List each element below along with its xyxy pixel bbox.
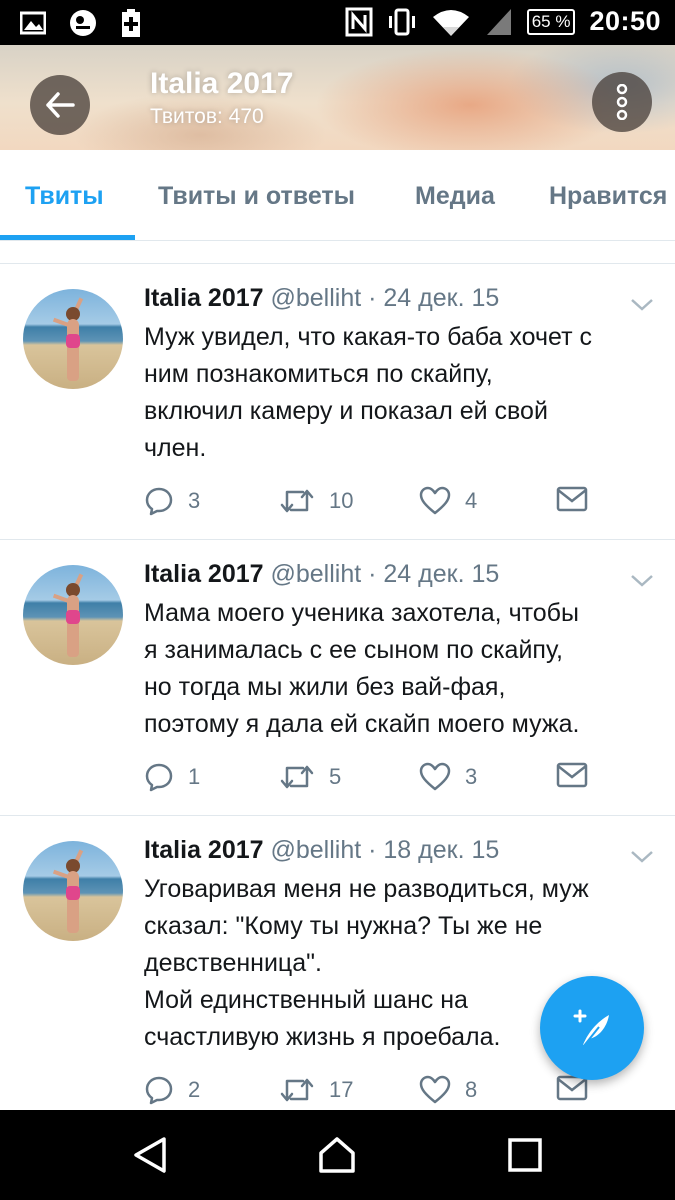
retweet-button[interactable]: 10 (279, 486, 353, 516)
tab-likes[interactable]: Нравится (549, 150, 667, 240)
author-handle-date: @belliht · 24 дек. 15 (270, 284, 500, 312)
avatar[interactable] (23, 841, 123, 941)
heart-icon (419, 486, 451, 515)
tab-tweets[interactable]: Твиты (25, 150, 104, 240)
reply-button[interactable]: 1 (144, 762, 200, 792)
active-tab-indicator (0, 235, 135, 240)
author-name[interactable]: Italia 2017 (144, 836, 264, 864)
clock: 20:50 (589, 6, 661, 36)
heart-icon (419, 1075, 451, 1104)
retweet-button[interactable]: 5 (279, 762, 341, 792)
retweet-count: 5 (329, 764, 342, 789)
reply-button[interactable]: 2 (144, 1075, 200, 1105)
more-vertical-icon (616, 84, 628, 120)
wifi-icon (432, 9, 469, 36)
retweet-count: 10 (329, 488, 354, 513)
tab-media[interactable]: Медиа (415, 150, 495, 240)
retweet-icon (280, 765, 314, 789)
like-count: 8 (465, 1077, 478, 1102)
author-handle-date: @belliht · 24 дек. 15 (270, 560, 500, 588)
retweet-button[interactable]: 17 (279, 1075, 353, 1105)
chevron-down-icon[interactable] (630, 850, 654, 864)
timeline-separator (0, 241, 675, 264)
envelope-icon (556, 486, 588, 512)
nav-back-icon[interactable] (130, 1135, 170, 1175)
status-bar: 65 % 20:50 (0, 0, 675, 45)
system-navigation-bar (0, 1110, 675, 1200)
tab-tweets-and-replies[interactable]: Твиты и ответы (158, 150, 355, 240)
profile-tabs: Твиты Твиты и ответы Медиа Нравится (0, 150, 675, 241)
reply-icon (145, 487, 173, 516)
reply-count: 1 (188, 764, 201, 789)
like-count: 4 (465, 488, 478, 513)
avatar[interactable] (23, 289, 123, 389)
vibrate-icon (388, 8, 415, 35)
app-notification-icon (70, 10, 96, 36)
envelope-icon (556, 762, 588, 788)
author-name[interactable]: Italia 2017 (144, 284, 264, 312)
back-button[interactable] (30, 75, 90, 135)
profile-header: Italia 2017 Твитов: 470 (0, 45, 675, 150)
reply-count: 2 (188, 1077, 201, 1102)
direct-message-button[interactable] (556, 762, 588, 788)
tweet-card[interactable]: Italia 2017 @belliht · 24 дек. 15 Муж ув… (0, 264, 675, 540)
profile-title: Italia 2017 (150, 67, 294, 100)
author-name[interactable]: Italia 2017 (144, 560, 264, 588)
reply-count: 3 (188, 488, 201, 513)
nfc-icon (345, 7, 373, 36)
heart-icon (419, 762, 451, 791)
battery-level: 65 % (526, 8, 576, 35)
retweet-count: 17 (329, 1077, 354, 1102)
nav-home-icon[interactable] (317, 1135, 357, 1175)
retweet-icon (280, 489, 314, 513)
battery-plus-icon (122, 9, 140, 37)
retweet-icon (280, 1078, 314, 1102)
tweet-header: Italia 2017 @belliht · 24 дек. 15 (144, 284, 499, 313)
tweet-text: Муж увидел, что какая-то баба хочет с ни… (144, 323, 592, 462)
reply-button[interactable]: 3 (144, 486, 200, 516)
chevron-down-icon[interactable] (630, 298, 654, 312)
tweet-header: Italia 2017 @belliht · 18 дек. 15 (144, 836, 499, 865)
author-handle-date: @belliht · 18 дек. 15 (270, 836, 500, 864)
tweet-card[interactable]: Italia 2017 @belliht · 24 дек. 15 Мама м… (0, 540, 675, 816)
reply-icon (145, 763, 173, 792)
reply-icon (145, 1076, 173, 1105)
compose-tweet-button[interactable] (540, 976, 644, 1080)
tweet-text: Мама моего ученика захотела, чтобы я зан… (144, 599, 580, 738)
like-count: 3 (465, 764, 478, 789)
like-button[interactable]: 8 (419, 1075, 477, 1105)
direct-message-button[interactable] (556, 486, 588, 512)
tweet-header: Italia 2017 @belliht · 24 дек. 15 (144, 560, 499, 589)
nav-recents-icon[interactable] (505, 1135, 545, 1175)
more-options-button[interactable] (592, 72, 652, 132)
chevron-down-icon[interactable] (630, 574, 654, 588)
gallery-icon (20, 11, 46, 35)
signal-icon (486, 8, 511, 35)
like-button[interactable]: 4 (419, 486, 477, 516)
back-arrow-icon (46, 92, 75, 118)
tweet-count: Твитов: 470 (150, 105, 264, 128)
compose-feather-icon (573, 1009, 609, 1048)
avatar[interactable] (23, 565, 123, 665)
like-button[interactable]: 3 (419, 762, 477, 792)
